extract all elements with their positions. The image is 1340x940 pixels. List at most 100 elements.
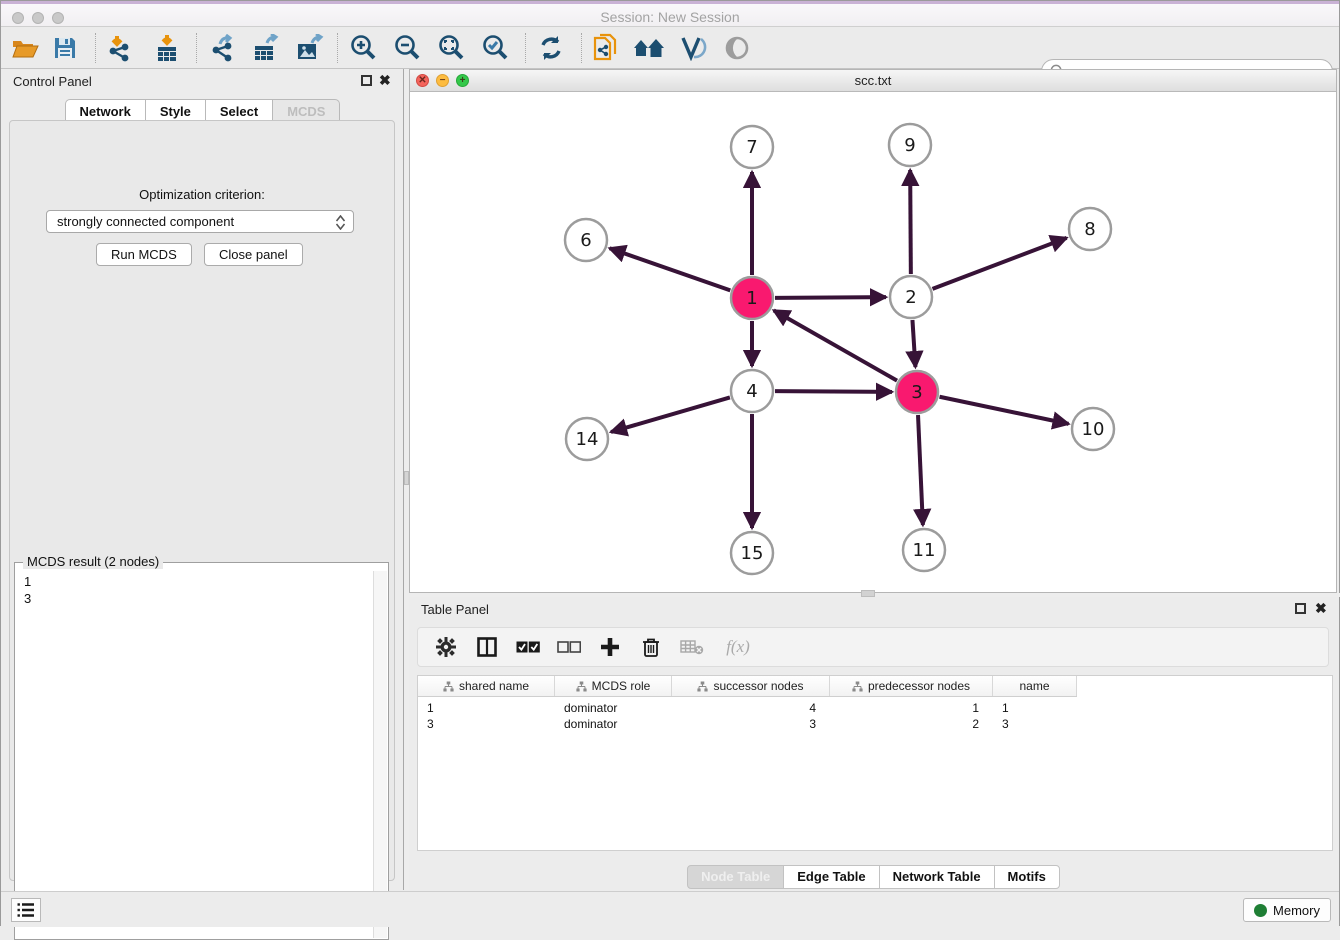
graph-edge-1-2[interactable] xyxy=(775,297,886,298)
delete-table-icon xyxy=(680,639,704,655)
tab-node-table[interactable]: Node Table xyxy=(687,865,784,889)
graph-edge-1-6[interactable] xyxy=(610,248,731,290)
graph-node-label: 15 xyxy=(741,543,764,564)
table-row[interactable]: 1dominator411 xyxy=(418,701,1077,717)
show-column-panel-button[interactable] xyxy=(475,635,499,659)
window-titlebar: Session: New Session xyxy=(1,1,1339,27)
open-folder-icon xyxy=(11,36,39,60)
run-mcds-button[interactable]: Run MCDS xyxy=(96,243,192,266)
control-panel-title: Control Panel xyxy=(13,74,92,89)
delete-columns-button[interactable] xyxy=(680,635,704,659)
hierarchy-icon xyxy=(852,681,863,692)
vizmapper-icon xyxy=(679,35,707,61)
import-network-button[interactable] xyxy=(101,32,137,64)
hierarchy-icon xyxy=(576,681,587,692)
table-settings-button[interactable] xyxy=(434,635,458,659)
zoom-in-icon xyxy=(349,34,377,62)
table-cell: 1 xyxy=(830,701,993,717)
delete-rows-button[interactable] xyxy=(639,635,663,659)
status-bar: Memory xyxy=(1,891,1339,927)
table-cell: 3 xyxy=(418,717,555,733)
export-image-button[interactable] xyxy=(291,32,327,64)
graph-node-label: 6 xyxy=(580,230,591,251)
graph-node-label: 2 xyxy=(905,287,916,308)
column-header-shared-name[interactable]: shared name xyxy=(418,676,555,696)
zoom-out-button[interactable] xyxy=(389,32,425,64)
tab-edge-table[interactable]: Edge Table xyxy=(783,865,879,889)
graph-edge-4-14[interactable] xyxy=(611,397,730,432)
table-cell: 1 xyxy=(993,701,1077,717)
network-graph-canvas[interactable]: 7968124314101511 xyxy=(410,92,1336,592)
memory-status-dot xyxy=(1254,904,1267,917)
table-cell: 2 xyxy=(830,717,993,733)
graph-edge-3-10[interactable] xyxy=(940,397,1069,424)
show-panels-button[interactable] xyxy=(11,898,41,922)
select-all-button[interactable] xyxy=(516,635,540,659)
graph-node-label: 14 xyxy=(576,429,599,450)
close-panel-icon[interactable]: ✖ xyxy=(1315,600,1327,616)
refresh-icon xyxy=(538,35,564,61)
mcds-panel: Optimization criterion: strongly connect… xyxy=(9,120,395,881)
zoom-out-icon xyxy=(393,34,421,62)
import-network-icon xyxy=(105,34,133,62)
open-session-button[interactable] xyxy=(7,32,43,64)
plus-icon xyxy=(600,637,620,657)
graph-edge-3-1[interactable] xyxy=(774,310,897,380)
vizmapper-button[interactable] xyxy=(675,32,711,64)
split-columns-icon xyxy=(477,637,497,657)
mcds-result-title: MCDS result (2 nodes) xyxy=(23,554,163,569)
table-panel-tabs: Node TableEdge TableNetwork TableMotifs xyxy=(409,865,1337,889)
table-cell: 3 xyxy=(993,717,1077,733)
memory-button[interactable]: Memory xyxy=(1243,898,1331,922)
graph-edge-2-8[interactable] xyxy=(933,238,1067,289)
function-builder-button[interactable]: f(x) xyxy=(721,635,755,659)
zoom-in-button[interactable] xyxy=(345,32,381,64)
toolbar-separator xyxy=(95,33,96,63)
graph-edge-2-3[interactable] xyxy=(912,320,915,367)
tab-motifs[interactable]: Motifs xyxy=(994,865,1060,889)
save-session-button[interactable] xyxy=(47,32,83,64)
toolbar-separator xyxy=(196,33,197,63)
network-from-clipboard-button[interactable] xyxy=(587,32,623,64)
optimization-criterion-label: Optimization criterion: xyxy=(10,187,394,202)
node-table[interactable]: shared nameMCDS rolesuccessor nodes prede… xyxy=(417,675,1333,851)
divider-grabber[interactable] xyxy=(861,590,875,597)
zoom-fit-button[interactable] xyxy=(433,32,469,64)
table-row[interactable]: 3dominator323 xyxy=(418,717,1077,733)
graph-edge-4-3[interactable] xyxy=(775,391,892,392)
column-header-label: predecessor nodes xyxy=(868,679,970,693)
column-header-successor-nodes[interactable]: successor nodes xyxy=(672,676,830,696)
export-network-button[interactable] xyxy=(204,32,240,64)
export-table-button[interactable] xyxy=(248,32,284,64)
mcds-result-list: 13 xyxy=(16,571,373,938)
zoom-selected-button[interactable] xyxy=(477,32,513,64)
toolbar-separator xyxy=(525,33,526,63)
graph-edge-3-11[interactable] xyxy=(918,415,923,525)
checked-boxes-icon xyxy=(516,641,540,654)
import-table-button[interactable] xyxy=(149,32,185,64)
home-button[interactable] xyxy=(631,32,667,64)
column-header-predecessor-nodes[interactable]: predecessor nodes xyxy=(830,676,993,696)
mcds-result-line: 3 xyxy=(24,590,373,607)
mcds-result-scrollbar[interactable] xyxy=(373,571,387,938)
main-toolbar xyxy=(1,27,1339,69)
select-chevrons-icon xyxy=(336,215,345,230)
deselect-all-button[interactable] xyxy=(557,635,581,659)
float-panel-icon[interactable] xyxy=(1295,603,1306,614)
column-header-MCDS-role[interactable]: MCDS role xyxy=(555,676,672,696)
network-window-titlebar: ✕ − + scc.txt xyxy=(410,70,1336,92)
table-cell: 3 xyxy=(672,717,830,733)
apply-layout-button[interactable] xyxy=(533,32,569,64)
network-window-title: scc.txt xyxy=(410,73,1336,88)
optimization-criterion-select[interactable]: strongly connected component xyxy=(46,210,354,233)
column-header-name[interactable]: name xyxy=(993,676,1077,696)
close-panel-button[interactable]: Close panel xyxy=(204,243,303,266)
add-row-button[interactable] xyxy=(598,635,622,659)
graph-edge-2-9[interactable] xyxy=(910,170,911,274)
float-panel-icon[interactable] xyxy=(361,75,372,86)
birdseye-view-button[interactable] xyxy=(719,32,755,64)
graph-node-label: 3 xyxy=(911,382,922,403)
export-image-icon xyxy=(294,34,324,62)
close-panel-icon[interactable]: ✖ xyxy=(379,72,391,88)
tab-network-table[interactable]: Network Table xyxy=(879,865,995,889)
